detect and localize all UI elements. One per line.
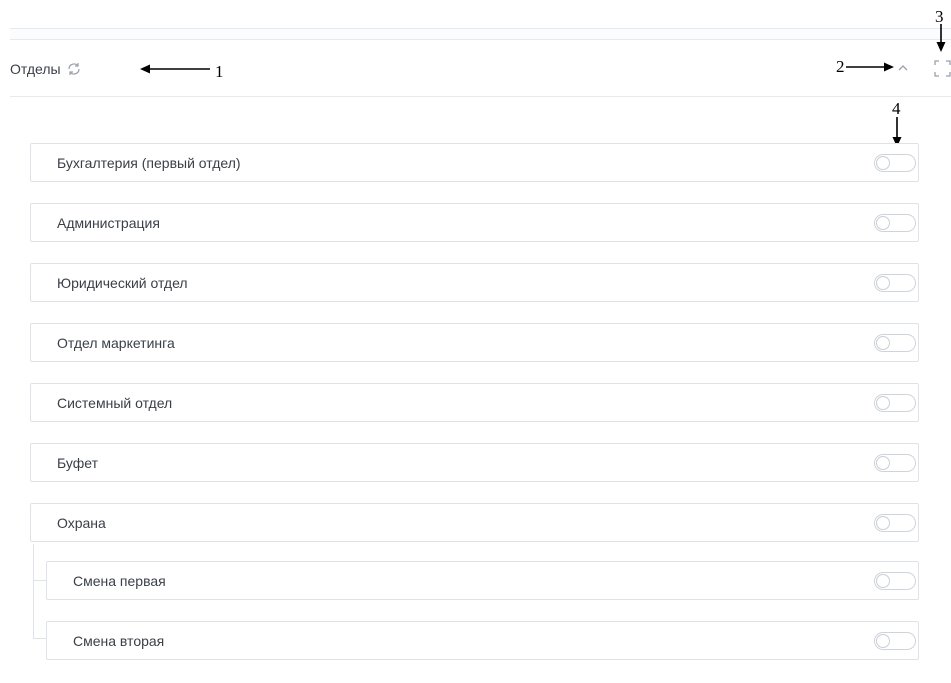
toggle-knob <box>876 396 890 410</box>
tree-connector <box>33 544 34 638</box>
department-label: Отдел маркетинга <box>57 335 175 351</box>
department-label: Системный отдел <box>57 395 173 411</box>
fullscreen-icon[interactable] <box>934 60 951 77</box>
department-toggle[interactable] <box>874 454 916 472</box>
department-label: Администрация <box>57 215 160 231</box>
subdepartment-row[interactable]: Смена вторая <box>46 621 919 660</box>
annotation-arrow-3 <box>936 24 946 52</box>
department-toggle[interactable] <box>874 274 916 292</box>
top-divider <box>10 28 951 40</box>
department-row[interactable]: Юридический отдел <box>30 263 919 302</box>
department-row[interactable]: Системный отдел <box>30 383 919 422</box>
department-row[interactable]: Отдел маркетинга <box>30 323 919 362</box>
annotation-label-3: 3 <box>935 7 944 26</box>
panel-title: Отделы <box>10 61 61 77</box>
department-row[interactable]: Буфет <box>30 443 919 482</box>
department-row[interactable]: Администрация <box>30 203 919 242</box>
department-toggle[interactable] <box>874 154 916 172</box>
chevron-up-icon[interactable] <box>896 61 910 75</box>
refresh-icon[interactable] <box>66 61 82 77</box>
department-label: Буфет <box>57 455 98 471</box>
annotation-label-2: 2 <box>836 57 845 76</box>
department-row[interactable]: Охрана <box>30 503 919 542</box>
toggle-knob <box>876 456 890 470</box>
toggle-knob <box>876 516 890 530</box>
department-label: Юридический отдел <box>57 275 188 291</box>
subdepartment-toggle[interactable] <box>874 632 916 650</box>
annotation-arrow-1 <box>140 64 210 74</box>
department-toggle[interactable] <box>874 394 916 412</box>
department-toggle[interactable] <box>874 514 916 532</box>
department-toggle[interactable] <box>874 214 916 232</box>
toggle-knob <box>876 216 890 230</box>
toggle-knob <box>876 336 890 350</box>
department-toggle[interactable] <box>874 334 916 352</box>
toggle-knob <box>876 156 890 170</box>
department-label: Охрана <box>57 515 106 531</box>
annotation-label-1: 1 <box>215 62 224 81</box>
annotation-arrow-2 <box>846 62 894 72</box>
annotation-label-4: 4 <box>892 99 901 118</box>
department-row[interactable]: Бухгалтерия (первый отдел) <box>30 143 919 182</box>
subdepartment-label: Смена первая <box>73 573 166 589</box>
subdepartment-row[interactable]: Смена первая <box>46 561 919 600</box>
tree-connector <box>33 638 46 639</box>
department-label: Бухгалтерия (первый отдел) <box>57 155 241 171</box>
panel-header: Отделы 1 2 3 <box>10 8 951 97</box>
subdepartment-label: Смена вторая <box>73 633 165 649</box>
toggle-knob <box>876 276 890 290</box>
toggle-knob <box>876 634 890 648</box>
toggle-knob <box>876 574 890 588</box>
subdepartment-toggle[interactable] <box>874 572 916 590</box>
tree-connector <box>33 580 46 581</box>
